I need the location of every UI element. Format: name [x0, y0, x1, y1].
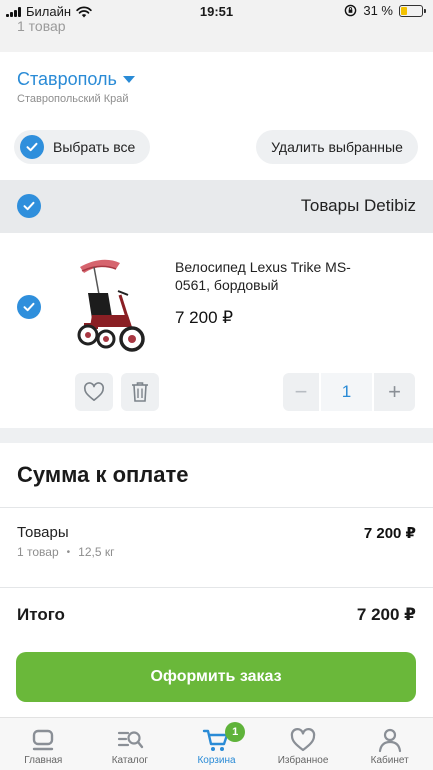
- product-image[interactable]: [62, 253, 154, 357]
- select-all-button[interactable]: Выбрать все: [14, 130, 150, 164]
- delete-selected-label: Удалить выбранные: [271, 139, 403, 155]
- increase-quantity-button[interactable]: +: [374, 373, 415, 411]
- store-header: Товары Detibiz: [0, 180, 433, 233]
- place-order-button[interactable]: Оформить заказ: [16, 652, 416, 702]
- tab-cart-label: Корзина: [197, 755, 236, 766]
- caret-down-icon[interactable]: [122, 76, 135, 83]
- battery-percent: 31 %: [363, 3, 393, 18]
- catalog-search-icon[interactable]: [116, 727, 144, 753]
- home-icon[interactable]: [29, 727, 57, 753]
- tab-favorites-label: Избранное: [277, 755, 329, 766]
- city-name-row[interactable]: Ставрополь: [17, 69, 135, 90]
- tab-home[interactable]: Главная: [0, 718, 87, 770]
- checkbox-checked-icon[interactable]: [20, 135, 44, 159]
- quantity-stepper[interactable]: − 1 +: [283, 373, 417, 411]
- cart-badge: 1: [225, 722, 246, 742]
- tab-catalog-label: Каталог: [111, 755, 149, 766]
- city-selector[interactable]: Ставрополь Ставропольский Край: [17, 69, 135, 105]
- divider: [0, 507, 433, 508]
- add-to-favorites-button[interactable]: [75, 373, 113, 411]
- select-all-label: Выбрать все: [53, 139, 136, 155]
- product-checkbox-icon[interactable]: [17, 295, 41, 319]
- product-title[interactable]: Велосипед Lexus Trike MS-0561, бордовый: [175, 258, 375, 294]
- tab-catalog[interactable]: Каталог: [87, 718, 174, 770]
- store-name: Товары Detibiz: [300, 196, 416, 215]
- tab-home-label: Главная: [24, 755, 63, 766]
- total-value: 7 200 ₽: [356, 605, 416, 624]
- cart-count-strip: 1 товар: [0, 18, 433, 52]
- product-price: 7 200 ₽: [175, 308, 234, 327]
- tab-favorites[interactable]: Избранное: [260, 718, 347, 770]
- divider: [0, 587, 433, 588]
- tab-account-label: Кабинет: [370, 755, 409, 766]
- rotation-lock-icon: [345, 4, 357, 17]
- goods-weight: 12,5 кг: [78, 545, 115, 559]
- heart-icon[interactable]: [289, 727, 317, 753]
- delete-item-button[interactable]: [121, 373, 159, 411]
- city-name[interactable]: Ставрополь: [17, 69, 117, 90]
- section-divider: [0, 428, 433, 443]
- goods-label: Товары: [17, 524, 69, 541]
- goods-count: 1 товар: [17, 545, 59, 559]
- decrease-quantity-button[interactable]: −: [283, 373, 319, 411]
- heart-icon[interactable]: [83, 382, 105, 402]
- store-checkbox-icon[interactable]: [17, 194, 41, 218]
- bullet-separator: •: [66, 546, 71, 558]
- city-region: Ставропольский Край: [17, 93, 129, 105]
- delete-selected-button[interactable]: Удалить выбранные: [256, 130, 418, 164]
- cart-item-count: 1 товар: [17, 18, 66, 34]
- goods-details: 1 товар • 12,5 кг: [17, 545, 114, 559]
- status-right: 31 %: [344, 3, 426, 18]
- summary-title: Сумма к оплате: [17, 462, 189, 487]
- tab-cart[interactable]: Корзина 1: [173, 718, 260, 770]
- goods-value: 7 200 ₽: [363, 525, 416, 542]
- tab-account[interactable]: Кабинет: [346, 718, 433, 770]
- bottom-tab-bar: Главная Каталог Корзина 1 Избранное Каби…: [0, 717, 433, 770]
- user-icon[interactable]: [376, 727, 404, 753]
- trash-icon[interactable]: [131, 381, 149, 403]
- total-label: Итого: [17, 605, 65, 624]
- quantity-input[interactable]: 1: [321, 373, 372, 411]
- battery-icon: [399, 4, 426, 17]
